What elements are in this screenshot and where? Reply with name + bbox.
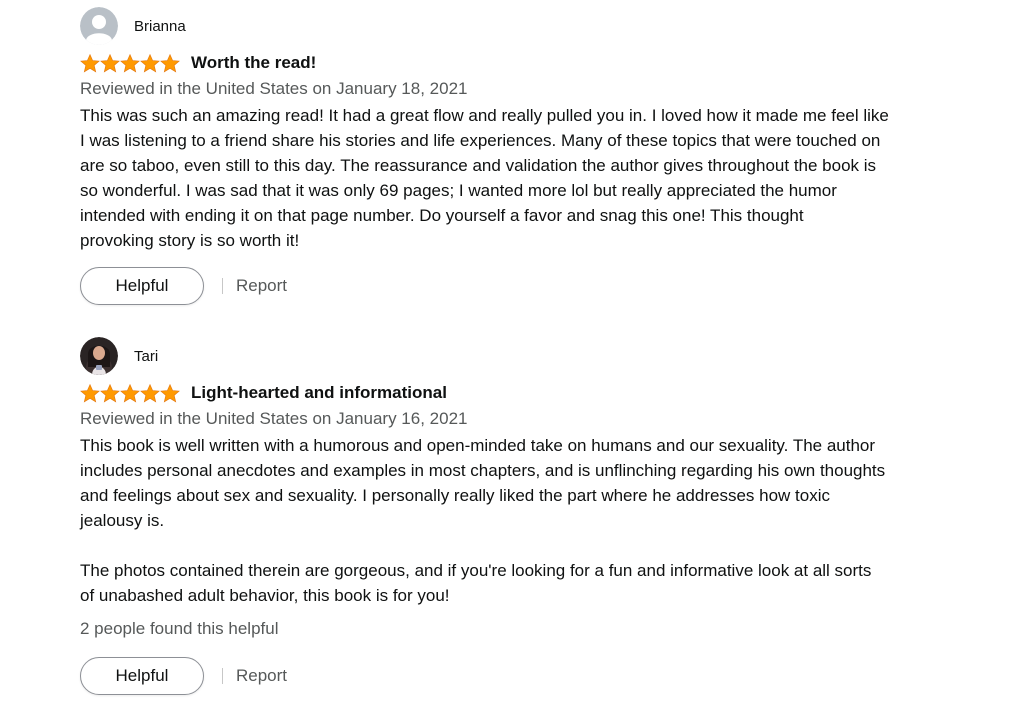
review-title[interactable]: Worth the read!: [191, 53, 316, 73]
star-icon: [160, 383, 180, 402]
review-actions: Helpful Report: [80, 657, 287, 695]
review-actions: Helpful Report: [80, 267, 287, 305]
star-rating[interactable]: [80, 53, 180, 73]
review-paragraph: This book is well written with a humorou…: [80, 433, 940, 533]
default-profile-icon: [80, 7, 118, 45]
divider: [222, 668, 223, 684]
review-body: This was such an amazing read! It had a …: [80, 103, 940, 253]
review-body-line: This was such an amazing read! It had a …: [80, 106, 889, 125]
star-icon: [120, 383, 140, 402]
helpful-count: 2 people found this helpful: [80, 619, 279, 638]
review-body-line: includes personal anecdotes and examples…: [80, 461, 886, 480]
star-icon: [160, 53, 180, 72]
review-title-row: Worth the read!: [80, 52, 940, 74]
star-icon: [140, 53, 160, 72]
reviewer-name[interactable]: Tari: [134, 348, 158, 365]
review-title-row: Light-hearted and informational: [80, 382, 940, 404]
star-icon: [80, 53, 100, 72]
review-body-line: I was listening to a friend share his st…: [80, 131, 881, 150]
review-body-line: and feelings about sex and sexuality. I …: [80, 486, 831, 505]
review-paragraph: The photos contained therein are gorgeou…: [80, 558, 940, 608]
helpful-button[interactable]: Helpful: [80, 267, 204, 305]
review-body: This book is well written with a humorou…: [80, 433, 940, 608]
review-body-line: provoking story is so worth it!: [80, 231, 300, 250]
review-body-line: intended with ending it on that page num…: [80, 206, 804, 225]
reviewer-name[interactable]: Brianna: [134, 18, 186, 35]
star-icon: [100, 53, 120, 72]
review-body-line: so wonderful. I was sad that it was only…: [80, 181, 837, 200]
helpful-button[interactable]: Helpful: [80, 657, 204, 695]
star-rating[interactable]: [80, 383, 180, 403]
review-body-line: are so taboo, even still to this day. Th…: [80, 156, 877, 175]
reviewer-profile[interactable]: Brianna: [80, 7, 940, 45]
star-icon: [140, 383, 160, 402]
review-title[interactable]: Light-hearted and informational: [191, 383, 447, 403]
review-body-line: This book is well written with a humorou…: [80, 436, 876, 455]
star-icon: [120, 53, 140, 72]
review-date: Reviewed in the United States on January…: [80, 409, 468, 428]
review-body-line: jealousy is.: [80, 511, 165, 530]
review-card: Tari Light-hearted and informational Rev…: [80, 337, 940, 640]
divider: [222, 278, 223, 294]
report-link[interactable]: Report: [236, 666, 287, 686]
profile-photo: [80, 337, 118, 375]
star-icon: [80, 383, 100, 402]
review-card: Brianna Worth the read! Reviewed in the …: [80, 7, 940, 253]
reviewer-profile[interactable]: Tari: [80, 337, 940, 375]
star-icon: [100, 383, 120, 402]
review-body-line: The photos contained therein are gorgeou…: [80, 561, 872, 580]
review-body-line: of unabashed adult behavior, this book i…: [80, 586, 450, 605]
review-date: Reviewed in the United States on January…: [80, 79, 468, 98]
report-link[interactable]: Report: [236, 276, 287, 296]
